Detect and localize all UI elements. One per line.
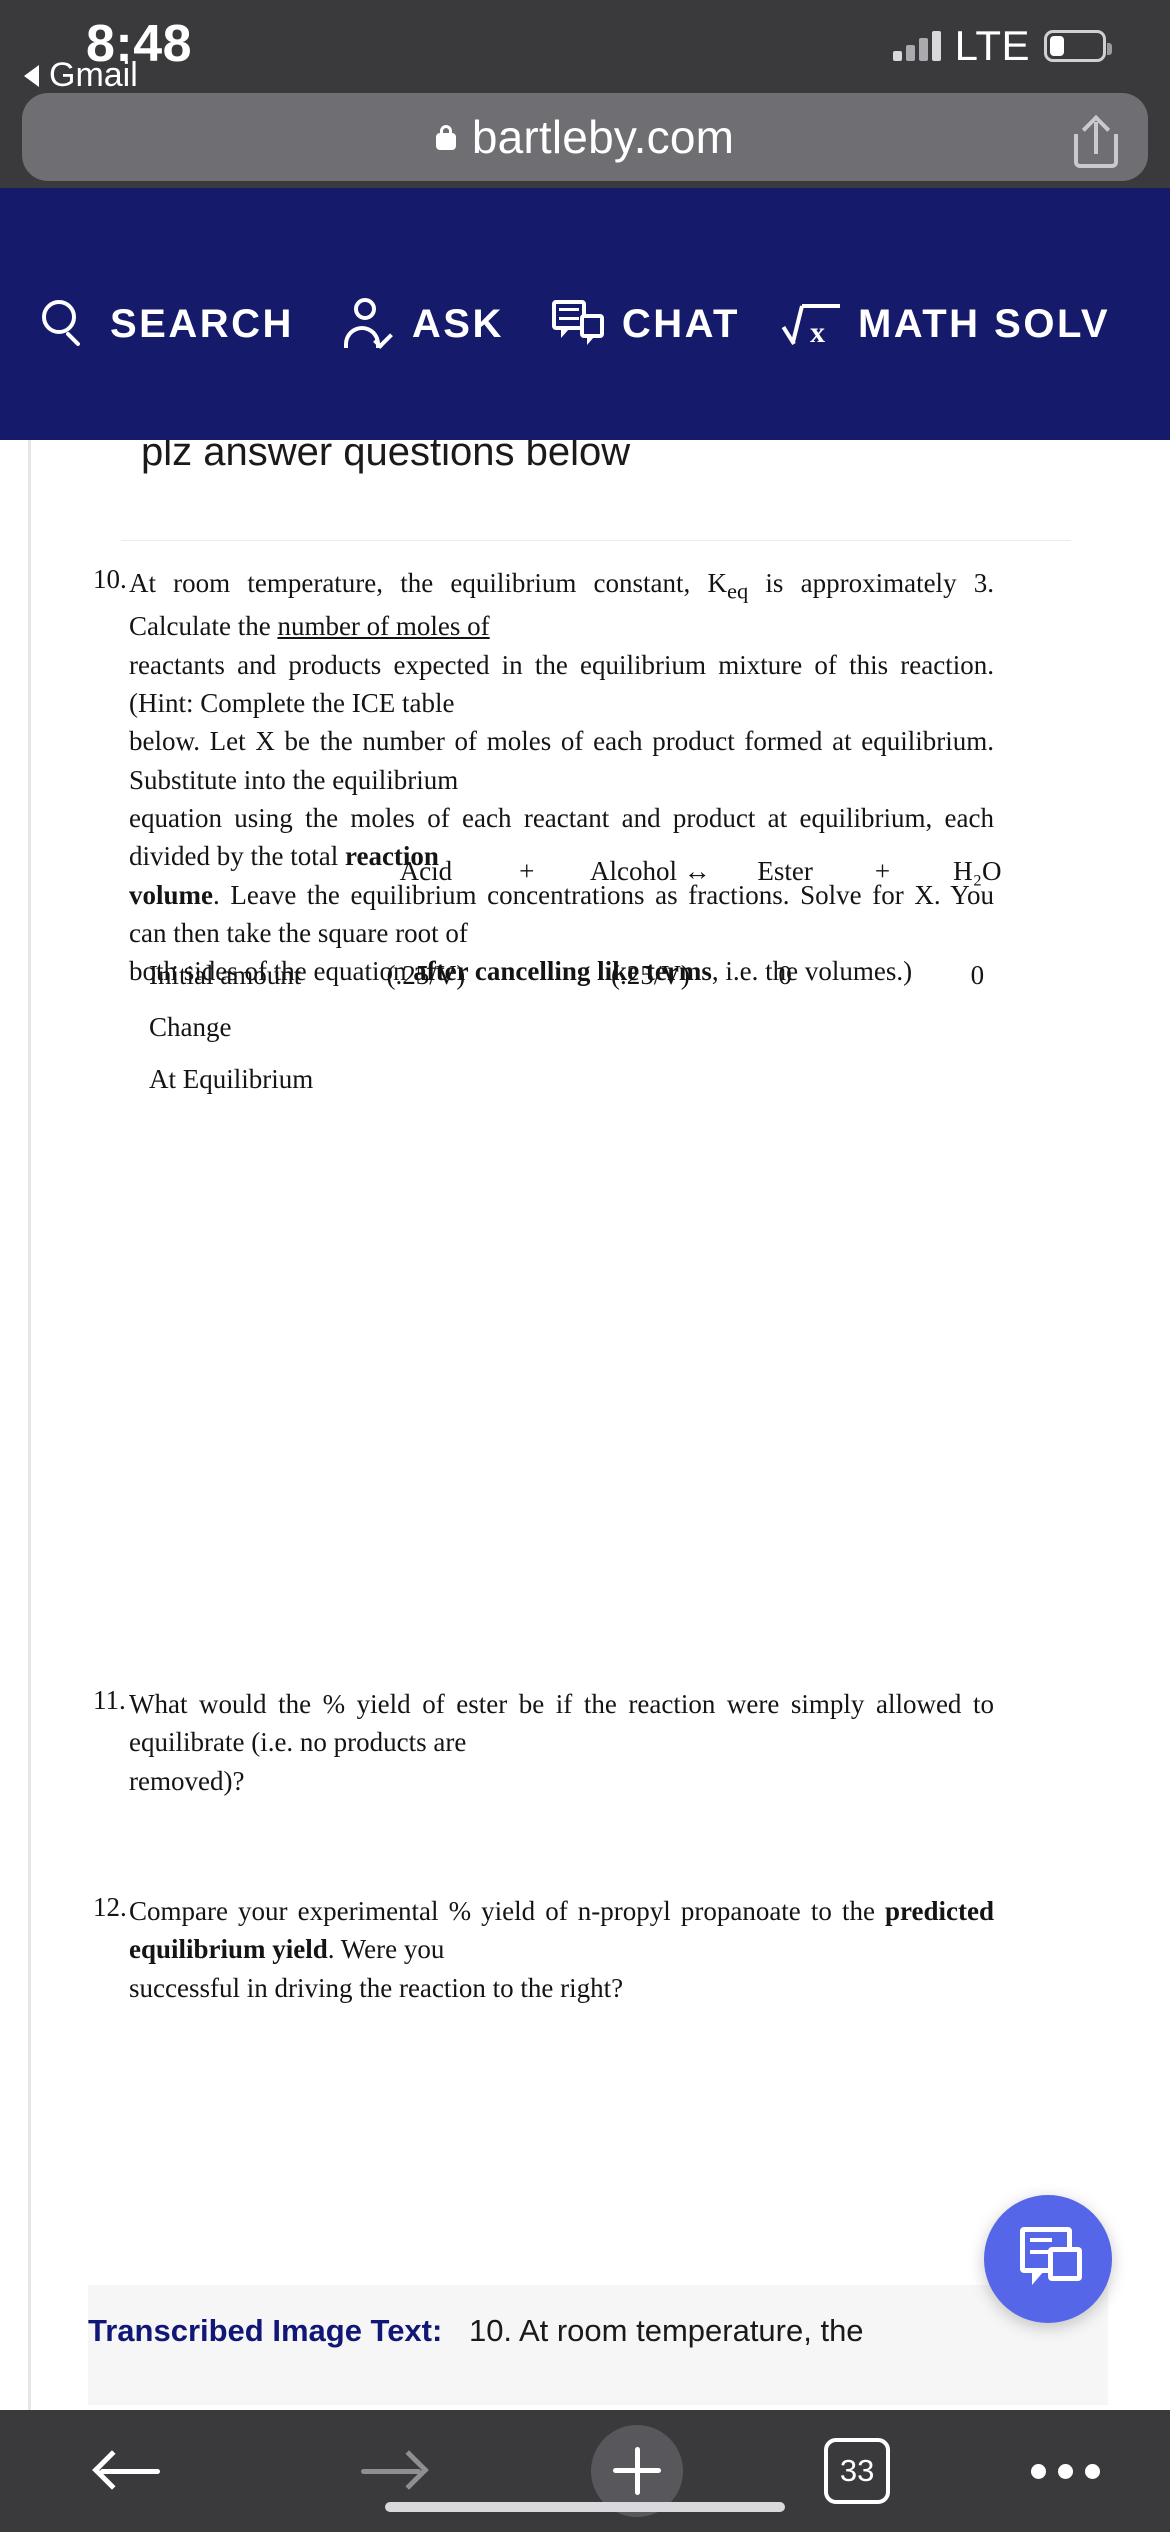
search-icon bbox=[40, 298, 92, 350]
transcribed-label: Transcribed Image Text: bbox=[88, 2313, 443, 2348]
question-11-number: 11. bbox=[93, 1685, 126, 1715]
table-row: Change bbox=[149, 1001, 1029, 1053]
transcribed-body: 10. At room temperature, the bbox=[468, 2313, 864, 2348]
back-to-gmail-button[interactable]: Gmail bbox=[24, 56, 138, 95]
tabs-count-label: 33 bbox=[839, 2453, 875, 2488]
ice-header-plus-1: + bbox=[519, 855, 535, 886]
question-12-text: Compare your experimental % yield of n-p… bbox=[129, 1896, 994, 2003]
ice-row-change-label: Change bbox=[149, 1011, 232, 1042]
nav-item-math-solver[interactable]: x MATH SOLV bbox=[781, 298, 1111, 350]
document-sheet: plz answer questions below 10. At room t… bbox=[28, 440, 1142, 2410]
ice-change-water bbox=[926, 1001, 1029, 1053]
ice-initial-acid: (.25/V) bbox=[386, 959, 466, 990]
status-bar: 8:48 Gmail LTE bbox=[0, 0, 1170, 100]
ice-table: Acid + Alcohol ↔ Ester + H₂O Initial amo… bbox=[149, 845, 1029, 1105]
ice-header-blank bbox=[149, 845, 368, 897]
square-root-x-icon: x bbox=[781, 298, 840, 350]
nav-item-ask[interactable]: ASK bbox=[342, 298, 504, 350]
table-row: At Equilibrium bbox=[149, 1053, 1029, 1105]
page-content: plz answer questions below 10. At room t… bbox=[0, 440, 1170, 2410]
ice-equilibrium-gap-2 bbox=[839, 1053, 925, 1105]
home-indicator bbox=[385, 2502, 785, 2512]
person-check-icon bbox=[342, 298, 394, 350]
divider bbox=[121, 540, 1071, 541]
browser-url-bar: bartleby.com bbox=[0, 93, 1170, 194]
table-row: Initial amount (.25/V) (.25/V) 0 0 bbox=[149, 949, 1029, 1001]
user-note-text: plz answer questions below bbox=[141, 440, 631, 474]
site-nav-bar: SEARCH ASK CHAT x MATH SOLV bbox=[0, 188, 1170, 460]
tabs-button[interactable]: 33 bbox=[824, 2438, 891, 2504]
back-button[interactable] bbox=[70, 2431, 190, 2511]
address-field[interactable]: bartleby.com bbox=[22, 93, 1148, 181]
ice-change-acid bbox=[368, 1001, 484, 1053]
arrow-right-icon bbox=[359, 2445, 429, 2497]
nav-item-chat[interactable]: CHAT bbox=[551, 298, 740, 350]
phone-screen: 8:48 Gmail LTE bartleby.com SEARCH ASK C… bbox=[0, 0, 1170, 2532]
ice-header-alcohol: Alcohol ↔ bbox=[590, 855, 711, 886]
ice-equilibrium-alcohol bbox=[570, 1053, 731, 1105]
share-icon[interactable] bbox=[1074, 114, 1118, 168]
ice-change-alcohol bbox=[570, 1001, 731, 1053]
question-12-number: 12. bbox=[93, 1892, 127, 1922]
question-11-text: What would the % yield of ester be if th… bbox=[129, 1689, 994, 1796]
battery-icon bbox=[1044, 30, 1112, 62]
cellular-signal-icon bbox=[892, 31, 941, 61]
ice-change-gap-1 bbox=[484, 1001, 570, 1053]
nav-label-ask: ASK bbox=[411, 301, 504, 346]
browser-toolbar: 33 bbox=[0, 2410, 1170, 2532]
ice-equilibrium-gap-1 bbox=[484, 1053, 570, 1105]
chat-bubbles-icon bbox=[551, 298, 604, 350]
ice-row-equilibrium-label: At Equilibrium bbox=[149, 1063, 314, 1094]
nav-label-chat: CHAT bbox=[621, 301, 740, 346]
transcribed-image-text-block: Transcribed Image Text: 10. At room temp… bbox=[88, 2285, 1108, 2405]
ice-equilibrium-ester bbox=[731, 1053, 840, 1105]
ice-header-water: H₂O bbox=[953, 855, 1002, 886]
ice-header-acid: Acid bbox=[399, 855, 453, 886]
ice-row-initial-label: Initial amount bbox=[149, 959, 302, 990]
ice-initial-ester: 0 bbox=[778, 959, 792, 990]
ice-change-gap-2 bbox=[839, 1001, 925, 1053]
ice-initial-water: 0 bbox=[970, 959, 985, 990]
nav-label-math-solver: MATH SOLV bbox=[857, 301, 1111, 346]
ice-header-ester: Ester bbox=[757, 855, 813, 886]
ice-header-plus-2: + bbox=[874, 855, 891, 886]
ellipsis-icon bbox=[1030, 2463, 1100, 2479]
network-type-label: LTE bbox=[954, 22, 1030, 69]
ice-equilibrium-acid bbox=[368, 1053, 484, 1105]
triangle-left-icon bbox=[24, 64, 39, 87]
more-options-button[interactable] bbox=[1030, 2463, 1100, 2479]
ice-initial-alcohol: (.25/V) bbox=[611, 959, 690, 990]
ice-initial-gap-2 bbox=[839, 949, 925, 1001]
chat-fab-button[interactable] bbox=[984, 2195, 1112, 2323]
question-10-number: 10. bbox=[93, 564, 127, 594]
forward-button[interactable] bbox=[331, 2431, 451, 2511]
url-text: bartleby.com bbox=[471, 111, 735, 163]
ice-change-ester bbox=[731, 1001, 840, 1053]
nav-item-search[interactable]: SEARCH bbox=[40, 298, 294, 350]
arrow-left-icon bbox=[92, 2445, 162, 2497]
back-to-app-label: Gmail bbox=[49, 56, 138, 94]
table-header-row: Acid + Alcohol ↔ Ester + H₂O bbox=[149, 845, 1029, 897]
ice-initial-gap-1 bbox=[484, 949, 570, 1001]
lock-icon bbox=[435, 124, 456, 150]
nav-label-search: SEARCH bbox=[110, 301, 294, 346]
ice-equilibrium-water bbox=[926, 1053, 1029, 1105]
status-indicators: LTE bbox=[892, 22, 1112, 70]
